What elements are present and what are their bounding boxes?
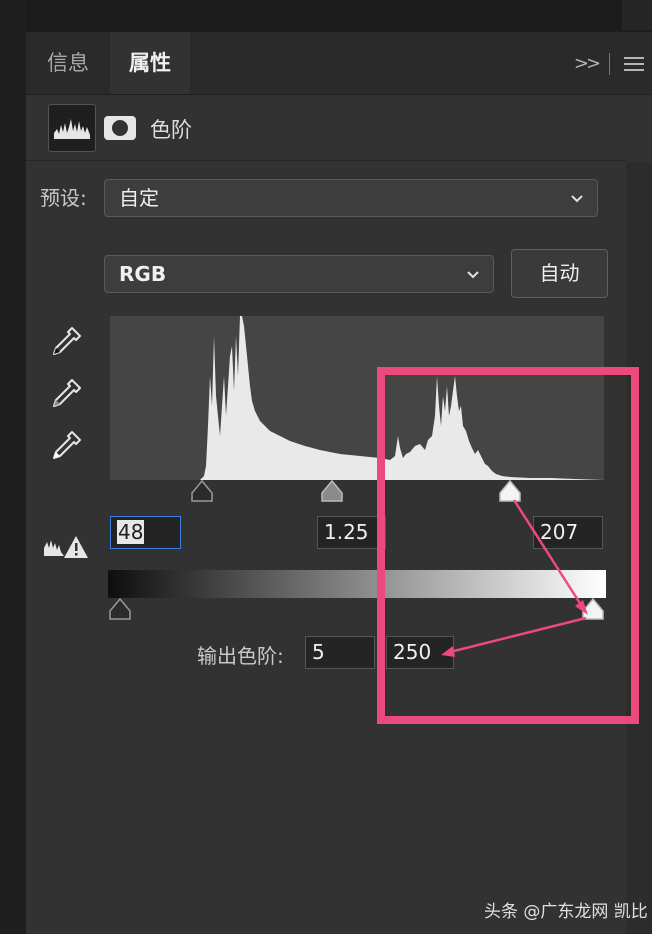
input-black-value: 48 bbox=[117, 520, 145, 544]
preset-label: 预设: bbox=[40, 186, 87, 210]
watermark: 头条 @广东龙网 凯比 bbox=[484, 902, 648, 922]
output-black-field[interactable]: 5 bbox=[305, 636, 375, 669]
black-point-eyedropper-icon[interactable] bbox=[48, 324, 84, 364]
channel-dropdown[interactable]: RGB bbox=[104, 255, 494, 293]
gray-point-eyedropper-icon[interactable] bbox=[48, 376, 84, 416]
output-black-slider[interactable] bbox=[107, 598, 133, 620]
input-gamma-field[interactable]: 1.25 bbox=[317, 516, 386, 549]
top-strip-right bbox=[622, 0, 652, 30]
double-chevron-right-icon[interactable]: >> bbox=[568, 46, 604, 82]
input-black-slider[interactable] bbox=[189, 480, 215, 502]
top-strip bbox=[0, 0, 652, 30]
histogram bbox=[110, 316, 604, 480]
panel-title: 色阶 bbox=[150, 118, 192, 142]
tab-properties[interactable]: 属性 bbox=[110, 32, 190, 94]
divider bbox=[26, 160, 626, 161]
channel-value: RGB bbox=[119, 262, 167, 286]
clipping-warning-icon[interactable] bbox=[42, 532, 90, 562]
levels-adjustment-icon[interactable] bbox=[48, 104, 96, 152]
preset-dropdown[interactable]: 自定 bbox=[104, 179, 598, 217]
output-white-slider[interactable] bbox=[580, 598, 606, 620]
left-edge bbox=[0, 0, 26, 934]
output-levels-label: 输出色阶: bbox=[197, 644, 284, 668]
chevron-down-icon bbox=[467, 271, 479, 279]
chevron-down-icon bbox=[571, 195, 583, 203]
input-white-field[interactable]: 207 bbox=[533, 516, 603, 549]
tab-info[interactable]: 信息 bbox=[26, 32, 110, 94]
output-white-field[interactable]: 250 bbox=[386, 636, 454, 669]
tab-divider bbox=[609, 53, 610, 75]
hamburger-menu-icon[interactable] bbox=[620, 50, 650, 78]
input-white-slider[interactable] bbox=[497, 480, 523, 502]
auto-button[interactable]: 自动 bbox=[511, 249, 608, 298]
output-gradient-bar bbox=[108, 570, 606, 598]
input-black-field[interactable]: 48 bbox=[110, 516, 181, 549]
mask-icon[interactable] bbox=[104, 116, 136, 140]
white-point-eyedropper-icon[interactable] bbox=[48, 428, 84, 468]
preset-value: 自定 bbox=[119, 186, 159, 210]
scrollbar-track[interactable] bbox=[626, 162, 652, 934]
input-gamma-slider[interactable] bbox=[319, 480, 345, 502]
histogram-shape bbox=[200, 316, 604, 480]
